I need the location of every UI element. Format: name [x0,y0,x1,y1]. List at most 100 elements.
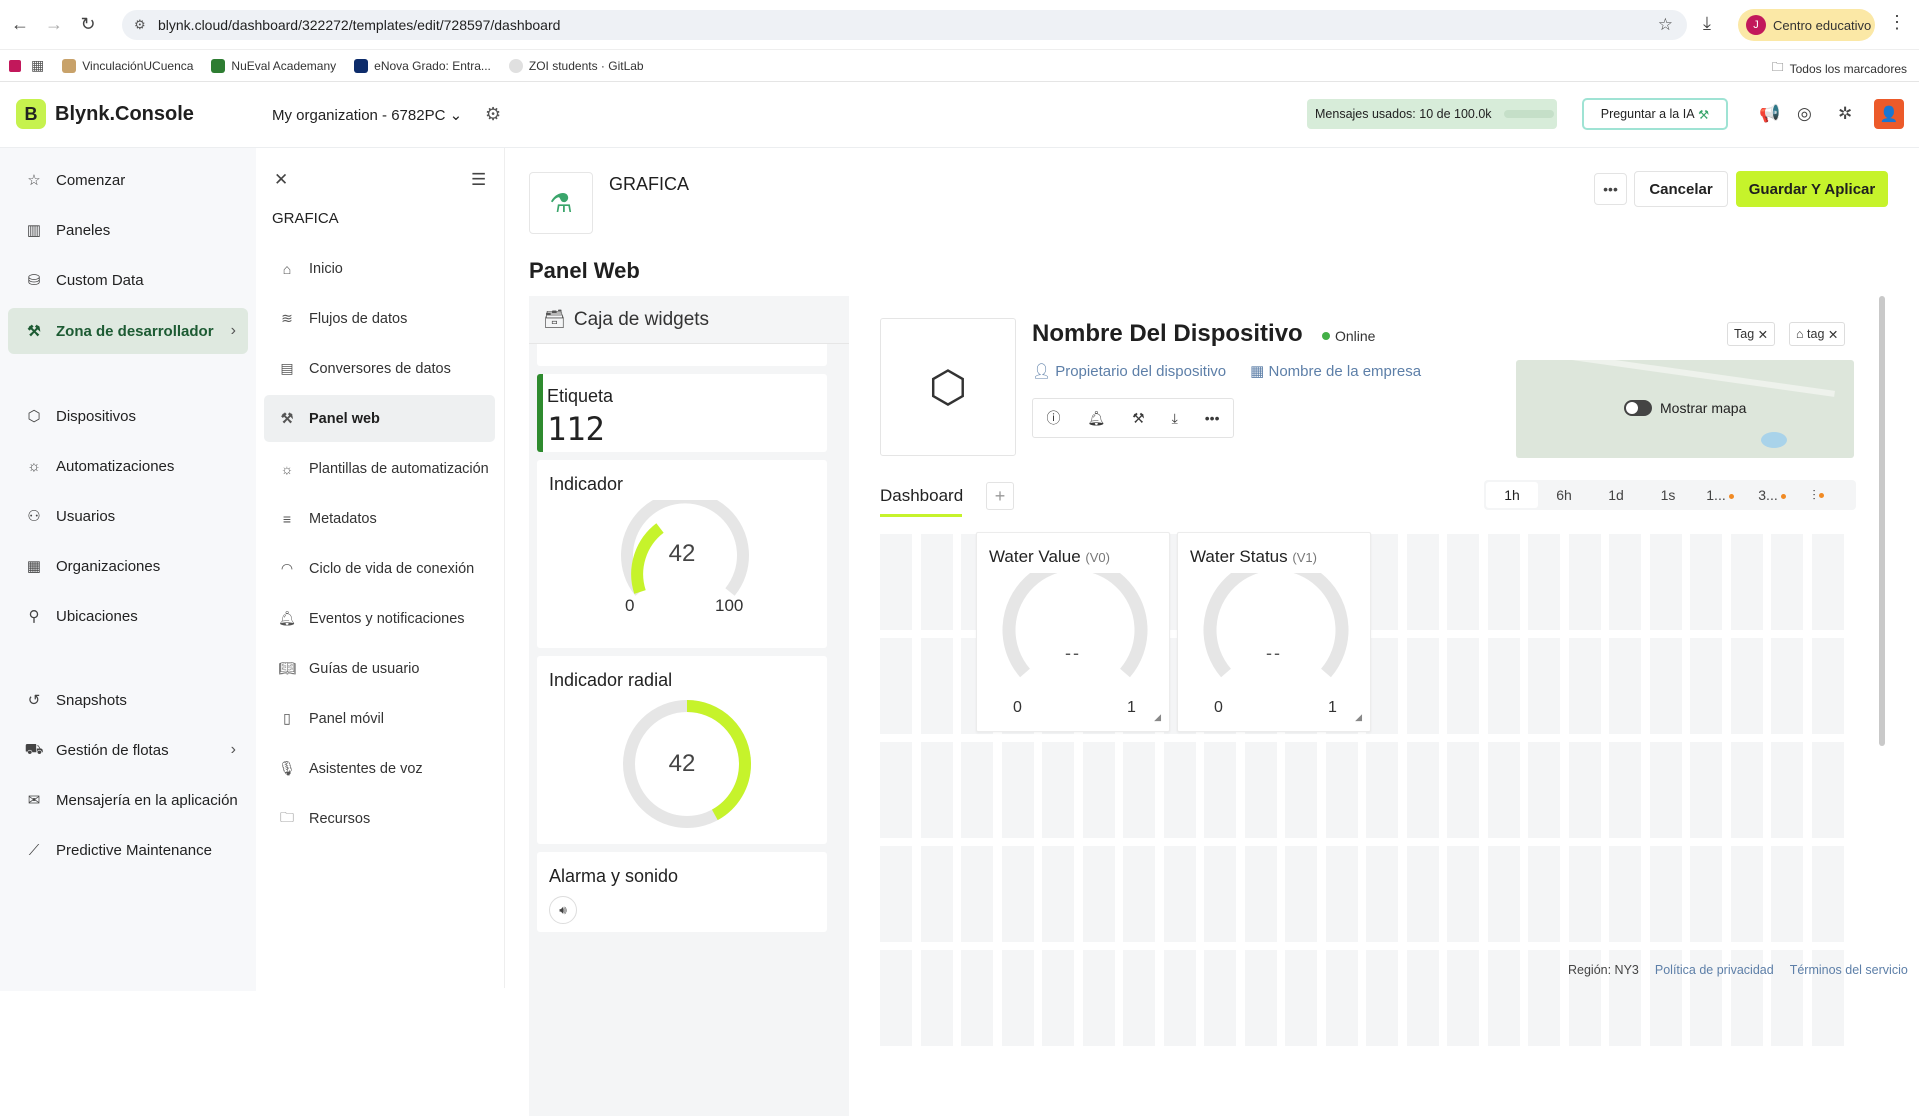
subnav-item-automation-templates[interactable]: ☼ Plantillas de automatización [264,445,495,492]
sidebar-item-fleet[interactable]: ⛟ Gestión de flotas › [8,728,248,772]
widget-water-value[interactable]: Water Value (V0) -- 0 1 ◢ [976,532,1170,732]
sidebar-item-dispositivos[interactable]: ⬡ Dispositivos [8,394,248,438]
sidebar-item-snapshots[interactable]: ↺ Snapshots [8,678,248,722]
microphone-icon: 🎙︎ [278,760,296,776]
sidebar-item-custom-data[interactable]: ⛁ Custom Data [8,258,248,302]
subnav-item-voice-assistants[interactable]: 🎙︎ Asistentes de voz [264,745,495,792]
more-options-button[interactable]: ••• [1594,173,1627,205]
sidebar-item-comenzar[interactable]: ☆ Comenzar [8,158,248,202]
device-map[interactable]: Mostrar mapa [1516,360,1854,458]
browser-menu-icon[interactable]: ⋮ [1888,12,1906,33]
subnav-item-resources[interactable]: 🗀 Recursos [264,795,495,842]
resize-handle[interactable]: ◢ [1355,712,1362,723]
time-range-6h[interactable]: 6h [1538,487,1590,503]
widget-card-gauge[interactable]: Indicador 42 0 100 [537,460,827,648]
user-avatar[interactable]: 👤 [1874,99,1904,129]
sidebar-item-organizaciones[interactable]: ▦ Organizaciones [8,544,248,588]
all-bookmarks[interactable]: 🗀 Todos los marcadores [1772,58,1907,79]
sidebar-item-messaging[interactable]: ✉ Mensajería en la aplicación [8,778,248,822]
bookmark-star-icon[interactable]: ☆ [1658,15,1673,35]
resize-handle[interactable]: ◢ [1154,712,1161,723]
back-icon[interactable]: ← [6,11,34,39]
history-icon: ↺ [27,692,41,709]
time-range-custom-1[interactable]: 1... [1694,487,1746,503]
help-icon[interactable]: ◎ [1797,104,1812,124]
widget-card-alarm[interactable]: Alarma y sonido 🔊︎ [537,852,827,932]
subnav-item-metadata[interactable]: ≡ Metadatos [264,495,495,542]
bookmark-item[interactable]: ZOI students · GitLab [508,58,644,73]
bell-icon[interactable]: 🔔︎ [1087,410,1105,427]
add-tab-button[interactable]: + [986,482,1014,510]
subnav-item-datastreams[interactable]: ≋ Flujos de datos [264,295,495,342]
cancel-button[interactable]: Cancelar [1634,171,1728,207]
time-range-1h[interactable]: 1h [1486,482,1538,508]
plus-icon: + [994,485,1006,506]
info-icon[interactable]: ⓘ [1046,408,1060,428]
subnav-item-events[interactable]: 🔔︎ Eventos y notificaciones [264,595,495,642]
time-range-custom-2[interactable]: 3... [1746,487,1798,503]
ellipsis-icon[interactable]: ••• [1205,410,1220,426]
grid-cell [1730,534,1763,630]
privacy-link[interactable]: Política de privacidad [1655,963,1774,977]
sidebar-item-ubicaciones[interactable]: ⚲ Ubicaciones [8,594,248,638]
sidebar-item-predictive[interactable]: ⟋ Predictive Maintenance [8,828,248,872]
grid-cell [1771,742,1803,838]
grid-cell [920,638,953,734]
bookmark-item[interactable]: NuEval Academany [211,58,336,73]
subnav-item-connection-lifecycle[interactable]: ◠ Ciclo de vida de conexión [264,545,495,592]
toggle-switch[interactable] [1624,400,1652,416]
forward-icon[interactable]: → [40,11,68,39]
download-icon[interactable]: ⤓ [1172,410,1178,427]
tag-chip[interactable]: ⌂ tag ✕ [1789,322,1846,346]
sidebar-item-usuarios[interactable]: ⚇ Usuarios [8,494,248,538]
show-map-toggle[interactable]: Mostrar mapa [1624,400,1746,416]
tab-dashboard[interactable]: Dashboard [880,486,963,506]
sidebar-item-paneles[interactable]: ▥ Paneles [8,208,248,252]
close-icon[interactable]: ✕ [274,170,288,190]
subnav-item-user-guides[interactable]: 📖︎ Guías de usuario [264,645,495,692]
grid-cell [1204,742,1236,838]
template-title: GRAFICA [272,210,339,227]
site-info-icon[interactable]: ⚙ [134,17,146,33]
device-owner-link[interactable]: 👤︎ Propietario del dispositivo [1032,362,1238,380]
template-image[interactable]: ⚗ [529,172,593,234]
org-selector[interactable]: My organization - 6782PC ⌄ [272,106,462,124]
app-icon[interactable] [9,59,21,72]
time-range-1s[interactable]: 1s [1642,487,1694,503]
subnav-item-converters[interactable]: ▤ Conversores de datos [264,345,495,392]
grid-cell [1730,742,1763,838]
menu-icon[interactable]: ☰ [471,170,486,190]
profile-chip[interactable]: J Centro educativo [1738,9,1875,41]
terms-link[interactable]: Términos del servicio [1790,963,1908,977]
close-icon[interactable]: ✕ [1758,327,1768,342]
subnav-item-web-dashboard[interactable]: ⚒ Panel web [264,395,495,442]
bookmark-item[interactable]: eNova Grado: Entra... [354,58,491,73]
subnav-item-inicio[interactable]: ⌂ Inicio [264,245,495,292]
org-settings-icon[interactable]: ⚙ [485,104,501,125]
reload-icon[interactable]: ↻ [74,11,102,39]
time-range-settings[interactable]: ⫶ [1798,487,1838,504]
tools-icon[interactable]: ⚒ [1132,410,1145,427]
apps-grid-icon[interactable]: ▦ [31,57,44,74]
download-icon[interactable]: ⤓ [1703,13,1711,34]
canvas-scrollbar[interactable] [1879,296,1885,746]
widget-card-radial[interactable]: Indicador radial 42 [537,656,827,844]
blynk-logo[interactable]: B Blynk.Console [16,99,194,129]
time-range-1d[interactable]: 1d [1590,487,1642,503]
sidebar-item-automatizaciones[interactable]: ☼ Automatizaciones [8,444,248,488]
device-image[interactable]: ⬡ [880,318,1016,456]
bug-icon[interactable]: ✲ [1838,104,1852,124]
widget-water-status[interactable]: Water Status (V1) -- 0 1 ◢ [1177,532,1371,732]
bookmark-item[interactable]: VinculaciónUCuenca [62,58,193,73]
widget-card-label[interactable]: Etiqueta 112 [537,374,827,452]
ask-ai-button[interactable]: Preguntar a la IA ⚒ [1582,98,1728,130]
announcements-icon[interactable]: 📢 [1759,104,1780,124]
tag-chip[interactable]: Tag ✕ [1727,322,1776,346]
address-bar[interactable]: ⚙ blynk.cloud/dashboard/322272/templates… [122,10,1687,40]
main-sidebar: ☆ Comenzar ▥ Paneles ⛁ Custom Data ⚒ Zona de… [0,148,256,991]
company-link[interactable]: ▦ Nombre de la empresa [1250,362,1433,380]
sidebar-item-developer-zone[interactable]: ⚒ Zona de desarrollador › [8,308,248,354]
save-apply-button[interactable]: Guardar Y Aplicar [1736,171,1888,207]
subnav-item-mobile-dashboard[interactable]: ▯ Panel móvil [264,695,495,742]
close-icon[interactable]: ✕ [1828,327,1838,342]
